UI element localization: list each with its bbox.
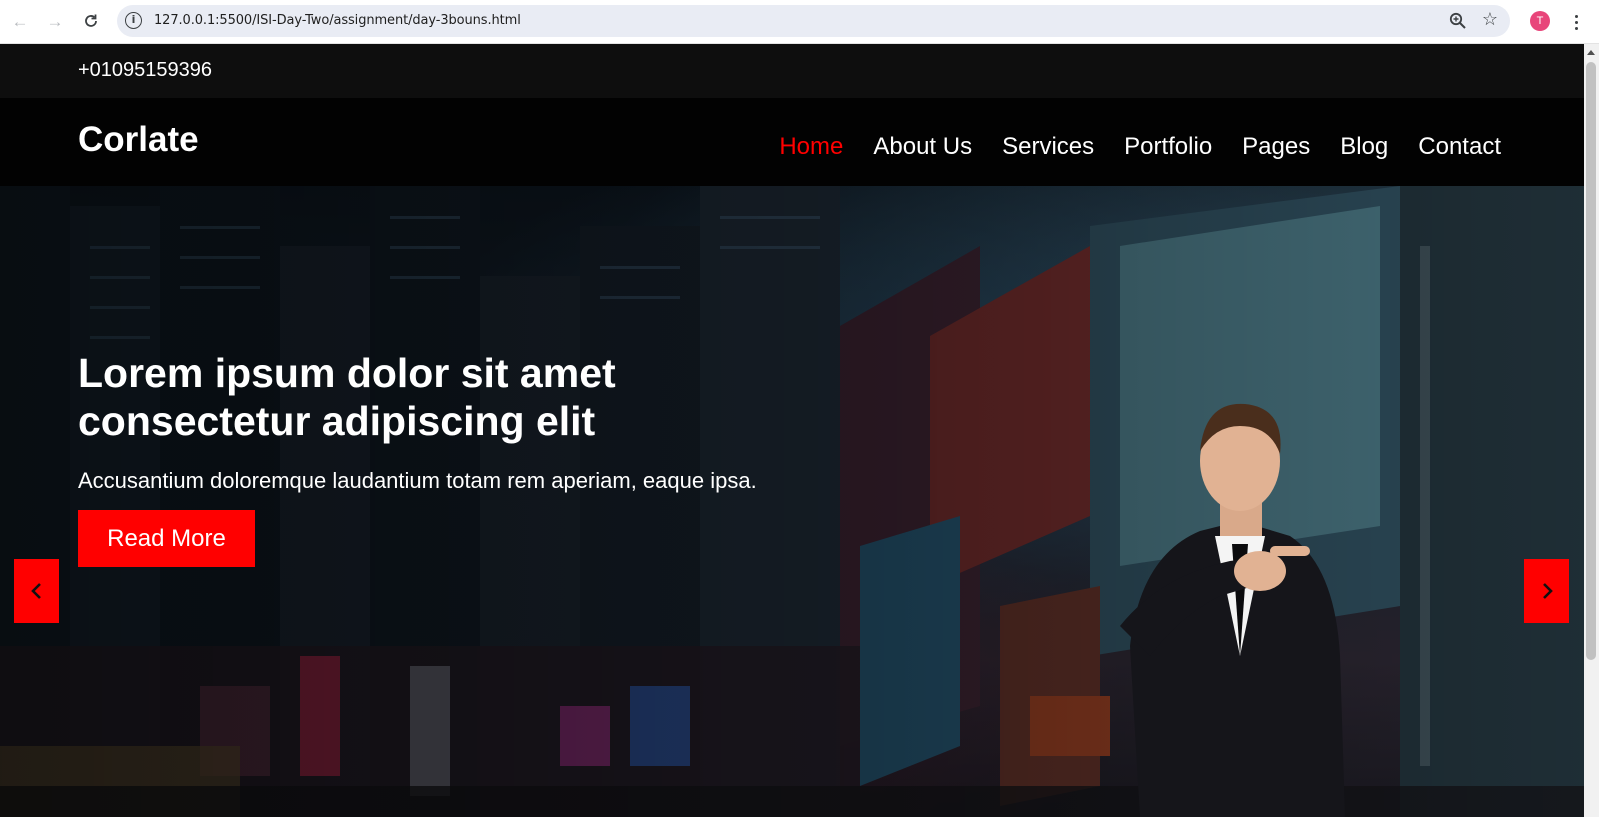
menu-kebab-icon[interactable] [1566,10,1586,34]
hero-title: Lorem ipsum dolor sit amet consectetur a… [78,349,778,445]
scroll-thumb[interactable] [1586,62,1596,660]
bookmark-star-icon[interactable]: ☆ [1482,9,1498,30]
page-scrollbar[interactable] [1584,44,1599,817]
hero-subtitle: Accusantium doloremque laudantium totam … [78,468,757,493]
page: +01095159396 Corlate Home About Us Servi… [0,44,1584,817]
main-navigation: Home About Us Services Portfolio Pages B… [749,133,1501,161]
nav-home[interactable]: Home [779,133,843,161]
nav-contact[interactable]: Contact [1418,133,1501,161]
hero-slider: Lorem ipsum dolor sit amet consectetur a… [0,186,1584,817]
nav-pages[interactable]: Pages [1242,133,1310,161]
chevron-left-icon [30,583,41,599]
site-logo[interactable]: Corlate [78,120,199,160]
nav-services[interactable]: Services [1002,133,1094,161]
zoom-icon[interactable] [1448,11,1468,31]
hero-title-line-1: Lorem ipsum dolor sit amet [78,350,616,396]
nav-blog[interactable]: Blog [1340,133,1388,161]
profile-avatar[interactable]: T [1530,11,1550,31]
slider-prev-button[interactable] [14,559,59,623]
hero-title-line-2: consectetur adipiscing elit [78,398,596,444]
browser-toolbar: ← → i 127.0.0.1:5500/ISI-Day-Two/assignm… [0,0,1599,44]
scroll-up-arrow[interactable] [1587,50,1595,55]
reload-icon[interactable] [78,8,104,34]
forward-icon[interactable]: → [42,8,68,34]
top-bar: +01095159396 [0,44,1584,98]
phone-number: +01095159396 [78,59,213,81]
nav-portfolio[interactable]: Portfolio [1124,133,1212,161]
url-text[interactable]: 127.0.0.1:5500/ISI-Day-Two/assignment/da… [154,13,521,28]
address-bar[interactable]: i 127.0.0.1:5500/ISI-Day-Two/assignment/… [117,5,1510,37]
back-icon[interactable]: ← [7,8,33,34]
chevron-right-icon [1542,583,1553,599]
slider-next-button[interactable] [1524,559,1569,623]
nav-about-us[interactable]: About Us [873,133,972,161]
businessman-image [1120,403,1345,817]
site-header: Corlate Home About Us Services Portfolio… [0,98,1584,186]
site-info-icon[interactable]: i [125,12,142,29]
read-more-button[interactable]: Read More [78,510,255,567]
